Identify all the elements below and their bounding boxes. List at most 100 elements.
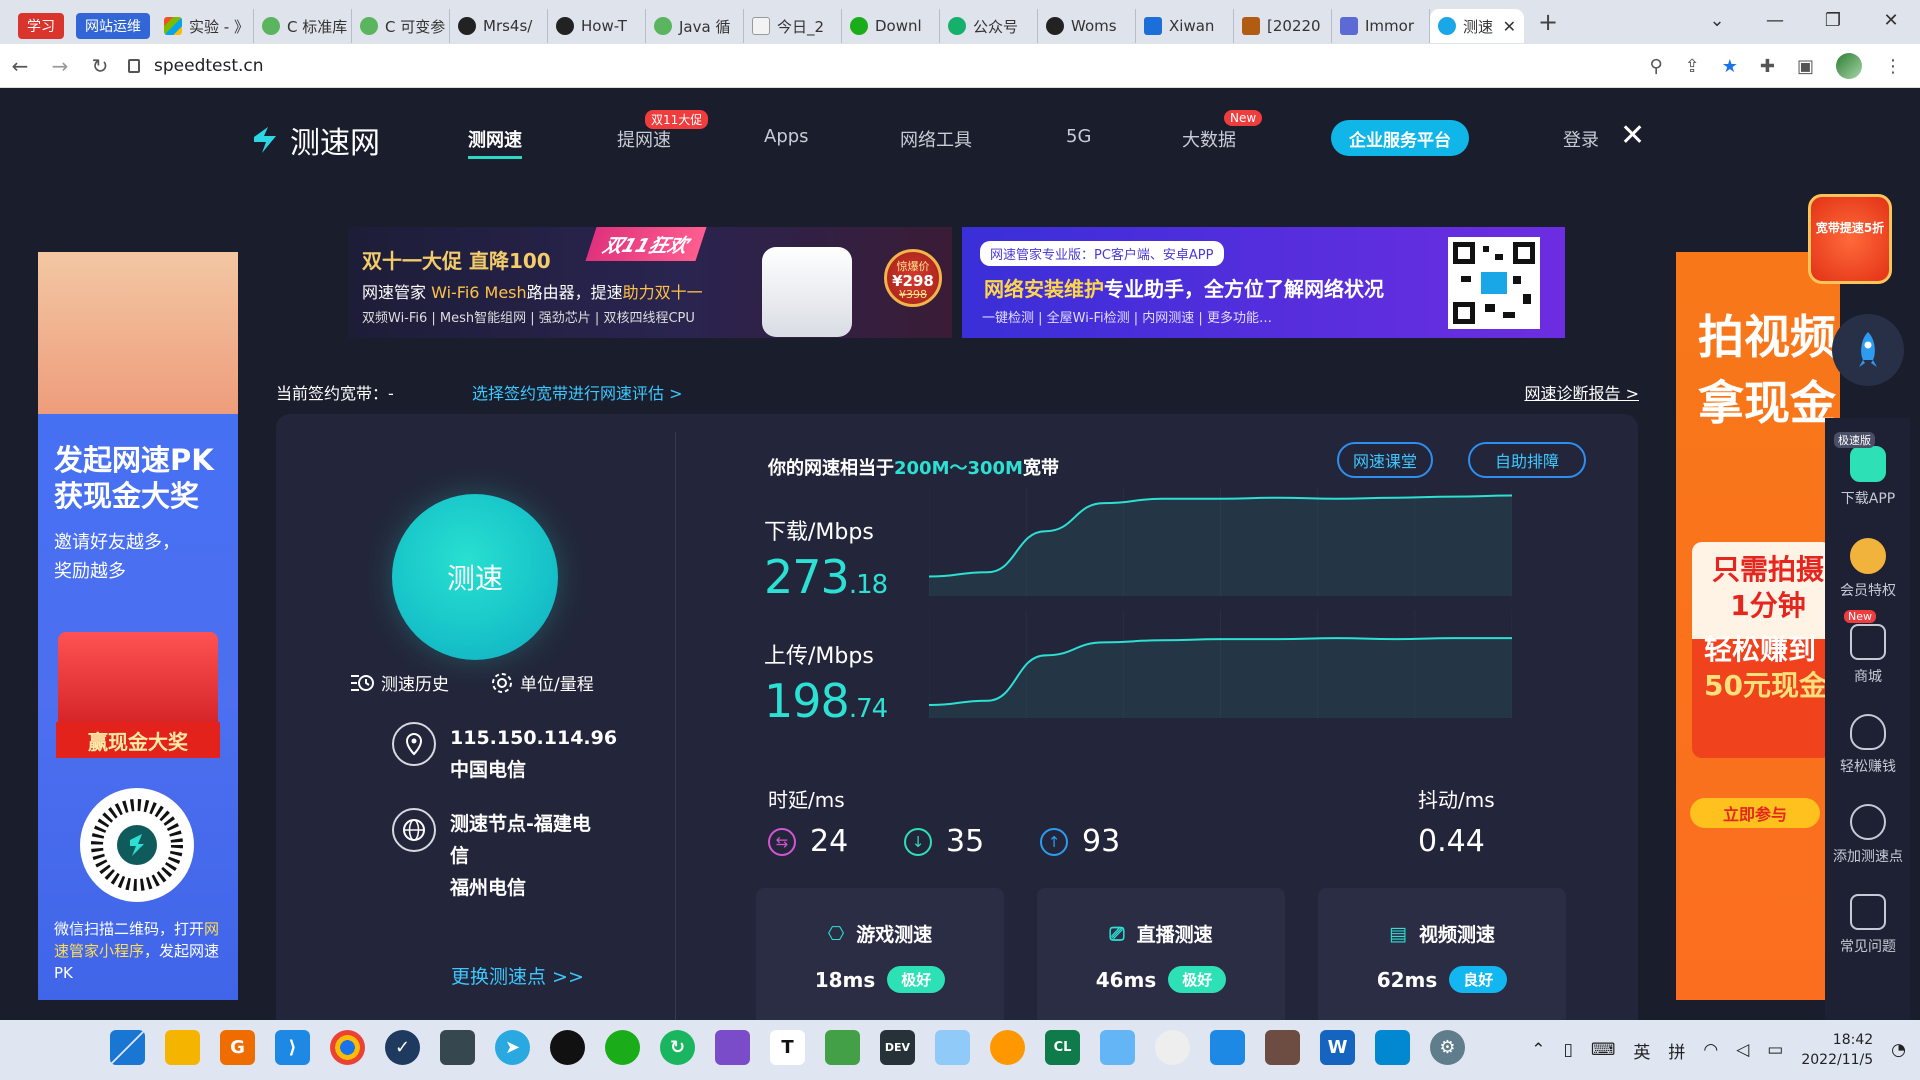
live-test-card[interactable]: ⎚ 直播测速 46ms 极好 (1037, 888, 1285, 1020)
menu-icon[interactable]: ⋮ (1884, 56, 1902, 77)
start-test-button[interactable]: 测速 (392, 494, 558, 660)
enterprise-button[interactable]: 企业服务平台 (1331, 120, 1469, 156)
office-icon[interactable]: G (220, 1030, 255, 1065)
speed-class-button[interactable]: 网速课堂 (1337, 442, 1433, 478)
video-test-card[interactable]: ▤ 视频测速 62ms 良好 (1318, 888, 1566, 1020)
maximize-button[interactable]: ❐ (1804, 10, 1862, 31)
nav-speedtest[interactable]: 测网速 (468, 126, 522, 159)
telegram-icon[interactable]: ➤ (495, 1030, 530, 1065)
ime-lang[interactable]: 英 (1633, 1038, 1650, 1063)
chat-icon[interactable] (1155, 1030, 1190, 1065)
rail-faq[interactable]: 常见问题 (1826, 894, 1910, 956)
wifi-icon[interactable]: ◠ (1703, 1040, 1718, 1060)
notification-icon[interactable]: ◔ (1891, 1040, 1906, 1060)
nav-tools[interactable]: 网络工具 (900, 126, 972, 152)
rail-shop[interactable]: New 商城 (1826, 610, 1910, 686)
tab[interactable]: Mrs4s/ (450, 9, 548, 43)
location-icon[interactable]: ⚲ (1649, 56, 1662, 77)
tab[interactable]: 公众号 (940, 9, 1038, 43)
windows-start-icon[interactable] (110, 1030, 145, 1065)
reload-button[interactable]: ↻ (80, 54, 120, 78)
logo[interactable]: 测速网 (248, 118, 380, 162)
units-button[interactable]: 单位/量程 (490, 670, 594, 695)
self-troubleshoot-button[interactable]: 自助排障 (1468, 442, 1586, 478)
tab[interactable]: Downl (842, 9, 940, 43)
folder-icon[interactable] (165, 1030, 200, 1065)
volume-icon[interactable]: ◁ (1736, 1040, 1749, 1060)
pk-promo-ad[interactable]: 发起网速PK 获现金大奖 邀请好友越多， 奖励越多 赢现金大奖 微信扫描二维码，打开… (38, 252, 238, 1000)
clion-icon[interactable]: CL (1045, 1030, 1080, 1065)
tab-pinned-ops[interactable]: 网站运维 (70, 9, 156, 43)
chevron-down-icon[interactable]: ⌄ (1688, 10, 1746, 31)
ime-mode[interactable]: 拼 (1668, 1038, 1685, 1063)
new-tab-button[interactable]: + (1538, 8, 1558, 36)
screenshot-icon[interactable] (1100, 1030, 1135, 1065)
wechat-icon[interactable] (605, 1030, 640, 1065)
search-icon[interactable] (990, 1030, 1025, 1065)
app-icon[interactable] (440, 1030, 475, 1065)
tab[interactable]: Xiwan (1136, 9, 1234, 43)
clock[interactable]: 18:42 2022/11/5 (1801, 1030, 1873, 1070)
keyboard-icon[interactable]: ⌨ (1591, 1040, 1616, 1060)
monitor-icon[interactable] (935, 1030, 970, 1065)
qq-icon[interactable] (550, 1030, 585, 1065)
rail-membership[interactable]: 会员特权 (1826, 538, 1910, 600)
chrome-icon[interactable] (330, 1030, 365, 1065)
nav-5g[interactable]: 5G (1066, 126, 1091, 147)
sync-icon[interactable]: ↻ (660, 1030, 695, 1065)
back-button[interactable]: ← (0, 54, 40, 78)
sidepanel-icon[interactable]: ▣ (1797, 56, 1814, 77)
tab[interactable]: How-T (548, 9, 646, 43)
vscode-icon[interactable]: ⟩ (275, 1030, 310, 1065)
share-icon[interactable]: ⇪ (1685, 56, 1700, 77)
tab[interactable]: C 标准库 (254, 9, 352, 43)
extensions-icon[interactable]: ✚ (1760, 56, 1775, 77)
tab[interactable]: [20220 (1234, 9, 1332, 43)
battery-icon[interactable]: ▭ (1767, 1040, 1783, 1060)
tab[interactable]: Immor (1332, 9, 1430, 43)
rail-add-node[interactable]: 添加测速点 (1826, 804, 1910, 866)
remote-icon[interactable] (1210, 1030, 1245, 1065)
nav-bigdata[interactable]: New 大数据 (1182, 110, 1263, 152)
chevron-up-icon[interactable]: ⌃ (1531, 1040, 1545, 1060)
vpn-icon[interactable]: ✓ (385, 1030, 420, 1065)
word-icon[interactable]: W (1320, 1030, 1355, 1065)
router-promo-banner[interactable]: 双11狂欢 双十一大促 直降100 网速管家 Wi-Fi6 Mesh路由器，提速… (348, 227, 952, 338)
rail-download-app[interactable]: 极速版 下载APP (1826, 432, 1910, 508)
tab[interactable]: 今日_2 (744, 9, 842, 43)
tab-active[interactable]: 测速 ✕ (1430, 9, 1524, 43)
minecraft-icon[interactable] (1265, 1030, 1300, 1065)
game-test-card[interactable]: ⎔ 游戏测速 18ms 极好 (756, 888, 1004, 1020)
nav-boost[interactable]: 双11大促 提网速 (617, 110, 709, 152)
tab[interactable]: Woms (1038, 9, 1136, 43)
bookmark-star-icon[interactable]: ★ (1722, 56, 1738, 77)
avatar[interactable] (1836, 53, 1862, 79)
app-promo-banner[interactable]: 网速管家专业版：PC客户端、安卓APP 网络安装维护专业助手，全方位了解网络状况… (962, 227, 1565, 338)
join-button[interactable]: 立即参与 (1690, 798, 1820, 828)
forward-button[interactable]: → (40, 54, 80, 78)
settings-icon[interactable]: ⚙ (1430, 1030, 1465, 1065)
usb-icon[interactable]: ▯ (1563, 1040, 1572, 1060)
dev-icon[interactable]: DEV (880, 1030, 915, 1065)
minimize-button[interactable]: — (1746, 10, 1804, 31)
typora-icon[interactable]: T (770, 1030, 805, 1065)
close-icon[interactable]: ✕ (1620, 121, 1645, 151)
video-cash-ad[interactable]: 拍视频 拿现金 只需拍摄 1分钟 轻松赚到 50元现金 立即参与 (1676, 252, 1840, 1000)
select-bandwidth-link[interactable]: 选择签约宽带进行网速评估 > (472, 380, 683, 404)
tab-pinned-study[interactable]: 学习 (12, 9, 70, 43)
history-button[interactable]: 测速历史 (349, 670, 449, 695)
url-field[interactable]: speedtest.cn (128, 56, 264, 76)
speedup-discount-badge[interactable]: 宽带提速5折 (1808, 194, 1892, 284)
tab[interactable]: 实验 - 》 (156, 9, 254, 43)
transfer-icon[interactable] (1375, 1030, 1410, 1065)
diagnosis-report-link[interactable]: 网速诊断报告 > (1525, 380, 1640, 404)
change-node-link[interactable]: 更换测速点 >> (451, 962, 584, 989)
close-tab-icon[interactable]: ✕ (1503, 17, 1516, 36)
close-window-button[interactable]: ✕ (1862, 10, 1920, 31)
rocket-button[interactable] (1832, 314, 1904, 386)
tab[interactable]: Java 循 (646, 9, 744, 43)
nav-apps[interactable]: Apps (764, 126, 809, 147)
tab[interactable]: C 可变参 (352, 9, 450, 43)
login-link[interactable]: 登录 (1563, 126, 1599, 152)
chart-app-icon[interactable] (825, 1030, 860, 1065)
